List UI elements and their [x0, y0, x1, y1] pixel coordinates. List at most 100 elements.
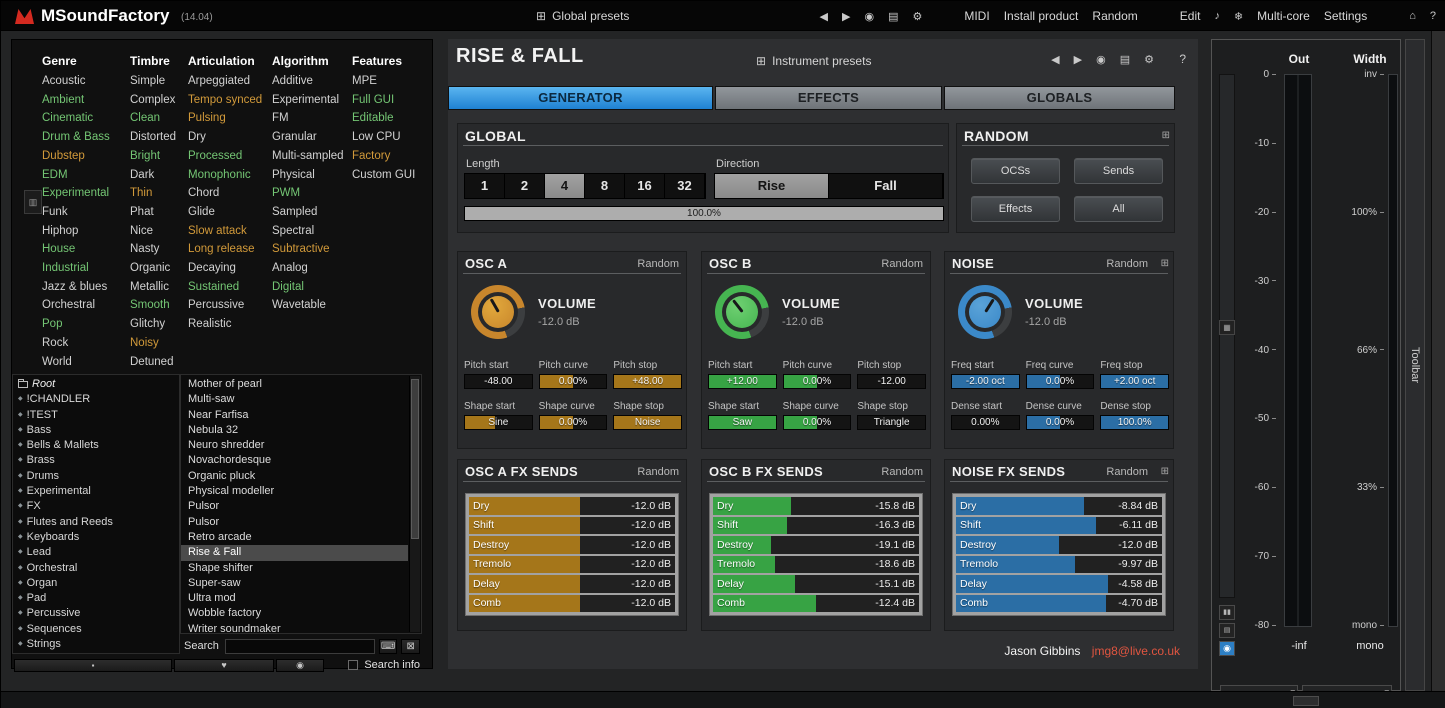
preset-item[interactable]: Wobble factory [181, 606, 408, 621]
filter-item[interactable]: Long release [188, 240, 272, 259]
filter-item[interactable]: Pulsing [188, 109, 272, 128]
filter-item[interactable]: MPE [352, 72, 430, 91]
tree-item[interactable]: ◆ Percussive [13, 606, 179, 621]
tree-item[interactable]: ◆ !TEST [13, 408, 179, 423]
onscreen-keyboard-button[interactable]: ⌨ [379, 639, 398, 654]
filter-item[interactable]: Monophonic [188, 166, 272, 185]
tab-globals[interactable]: GLOBALS [944, 86, 1175, 110]
tab-effects[interactable]: EFFECTS [715, 86, 942, 110]
filter-item[interactable]: Dubstep [42, 147, 130, 166]
tree-item[interactable]: ◆ Experimental [13, 484, 179, 499]
filter-item[interactable]: Processed [188, 147, 272, 166]
menu-edit[interactable]: Edit [1180, 9, 1201, 23]
filter-item[interactable]: Orchestral [42, 296, 130, 315]
tree-item[interactable]: ◆ FX [13, 499, 179, 514]
filter-item[interactable]: PWM [272, 184, 352, 203]
help-icon[interactable]: ? [1430, 10, 1436, 22]
back-icon[interactable]: ◀ [1051, 53, 1059, 66]
tree-item[interactable]: ◆ Bass [13, 423, 179, 438]
fx-send-slider[interactable]: Delay -15.1 dB [713, 575, 919, 593]
filter-item[interactable]: Funk [42, 203, 130, 222]
filter-item[interactable]: Clean [130, 109, 188, 128]
preset-item[interactable]: Physical modeller [181, 484, 408, 499]
meter-side-track[interactable] [1219, 74, 1235, 598]
tab-generator[interactable]: GENERATOR [448, 86, 713, 110]
favorites-button[interactable]: ♥ [174, 659, 274, 672]
resize-grip[interactable] [1293, 696, 1319, 706]
preset-item[interactable]: Organic pluck [181, 469, 408, 484]
filter-item[interactable]: Sustained [188, 278, 272, 297]
tree-item[interactable]: ◆ Flutes and Reeds [13, 515, 179, 530]
filter-item[interactable]: Dry [188, 128, 272, 147]
tree-item[interactable]: ◆ Strings [13, 637, 179, 652]
search-info-checkbox[interactable] [348, 660, 358, 670]
filter-item[interactable]: Distorted [130, 128, 188, 147]
direction-option[interactable]: Fall [829, 174, 943, 198]
filter-item[interactable]: Ambient [42, 91, 130, 110]
tree-item[interactable]: ◆ Synth [13, 652, 179, 654]
meter-settings-button[interactable]: ▦ [1219, 320, 1235, 335]
meter-mode-button[interactable]: ▤ [1219, 623, 1235, 638]
param-value-box[interactable]: 0.00% [783, 374, 852, 389]
filter-item[interactable]: Nice [130, 222, 188, 241]
fx-send-slider[interactable]: Shift -12.0 dB [469, 517, 675, 535]
filter-item[interactable]: Hiphop [42, 222, 130, 241]
filter-item[interactable]: Sampled [272, 203, 352, 222]
length-option[interactable]: 16 [625, 174, 665, 198]
param-value-box[interactable]: +12.00 [708, 374, 777, 389]
filter-item[interactable]: Phat [130, 203, 188, 222]
filter-item[interactable]: Drum & Bass [42, 128, 130, 147]
gear-icon[interactable]: ⚙ [1144, 53, 1154, 66]
filter-item[interactable]: Industrial [42, 259, 130, 278]
fx-send-slider[interactable]: Destroy -12.0 dB [469, 536, 675, 554]
grid-icon[interactable]: ⊞ [1161, 258, 1169, 269]
param-value-box[interactable]: 0.00% [783, 415, 852, 430]
filter-item[interactable]: EDM [42, 166, 130, 185]
param-value-box[interactable]: -12.00 [857, 374, 926, 389]
tree-item[interactable]: ◆ Pad [13, 591, 179, 606]
filter-item[interactable]: Slow attack [188, 222, 272, 241]
param-value-box[interactable]: 0.00% [1026, 415, 1095, 430]
param-value-box[interactable]: 0.00% [539, 374, 608, 389]
filter-item[interactable]: Tempo synced [188, 91, 272, 110]
randomize-link[interactable]: Random [637, 258, 679, 270]
home-icon[interactable]: ⌂ [1409, 10, 1416, 22]
scrollbar-thumb[interactable] [411, 379, 419, 539]
save-icon[interactable]: ▤ [1120, 53, 1130, 66]
filter-item[interactable]: Smooth [130, 296, 188, 315]
filter-item[interactable]: Multi-sampled [272, 147, 352, 166]
fx-send-slider[interactable]: Tremolo -18.6 dB [713, 556, 919, 574]
toolbar-collapsed-strip[interactable]: Toolbar [1405, 39, 1425, 691]
length-option[interactable]: 2 [505, 174, 545, 198]
tree-item[interactable]: ◆ Keyboards [13, 530, 179, 545]
fx-send-slider[interactable]: Dry -12.0 dB [469, 497, 675, 515]
fx-send-slider[interactable]: Delay -12.0 dB [469, 575, 675, 593]
tree-item[interactable]: ◆ !CHANDLER [13, 392, 179, 407]
filter-item[interactable]: Digital [272, 278, 352, 297]
filter-item[interactable]: Experimental [42, 184, 130, 203]
fx-send-slider[interactable]: Dry -8.84 dB [956, 497, 1162, 515]
param-value-box[interactable]: 0.00% [951, 415, 1020, 430]
tree-item[interactable]: ◆ Lead [13, 545, 179, 560]
filter-item[interactable]: Rock [42, 334, 130, 353]
param-value-box[interactable]: Triangle [857, 415, 926, 430]
instrument-presets-button[interactable]: ⊞ Instrument presets [756, 54, 871, 68]
filter-item[interactable]: Factory [352, 147, 430, 166]
param-value-box[interactable]: Noise [613, 415, 682, 430]
param-value-box[interactable]: -48.00 [464, 374, 533, 389]
volume-knob[interactable] [715, 285, 769, 339]
filter-item[interactable]: Granular [272, 128, 352, 147]
filter-item[interactable]: Decaying [188, 259, 272, 278]
grid-icon[interactable]: ⊞ [1162, 130, 1170, 141]
filter-item[interactable]: Complex [130, 91, 188, 110]
preset-item[interactable]: Rise & Fall [181, 545, 408, 560]
filter-item[interactable]: Acoustic [42, 72, 130, 91]
record-icon[interactable]: ◉ [864, 10, 874, 23]
param-value-box[interactable]: +2.00 oct [1100, 374, 1169, 389]
filter-item[interactable]: Wavetable [272, 296, 352, 315]
menu-midi[interactable]: MIDI [964, 9, 989, 23]
preset-item[interactable]: Writer soundmaker [181, 622, 408, 634]
fx-send-slider[interactable]: Comb -4.70 dB [956, 595, 1162, 613]
tree-item[interactable]: ◆ Sequences [13, 622, 179, 637]
param-value-box[interactable]: 0.00% [539, 415, 608, 430]
